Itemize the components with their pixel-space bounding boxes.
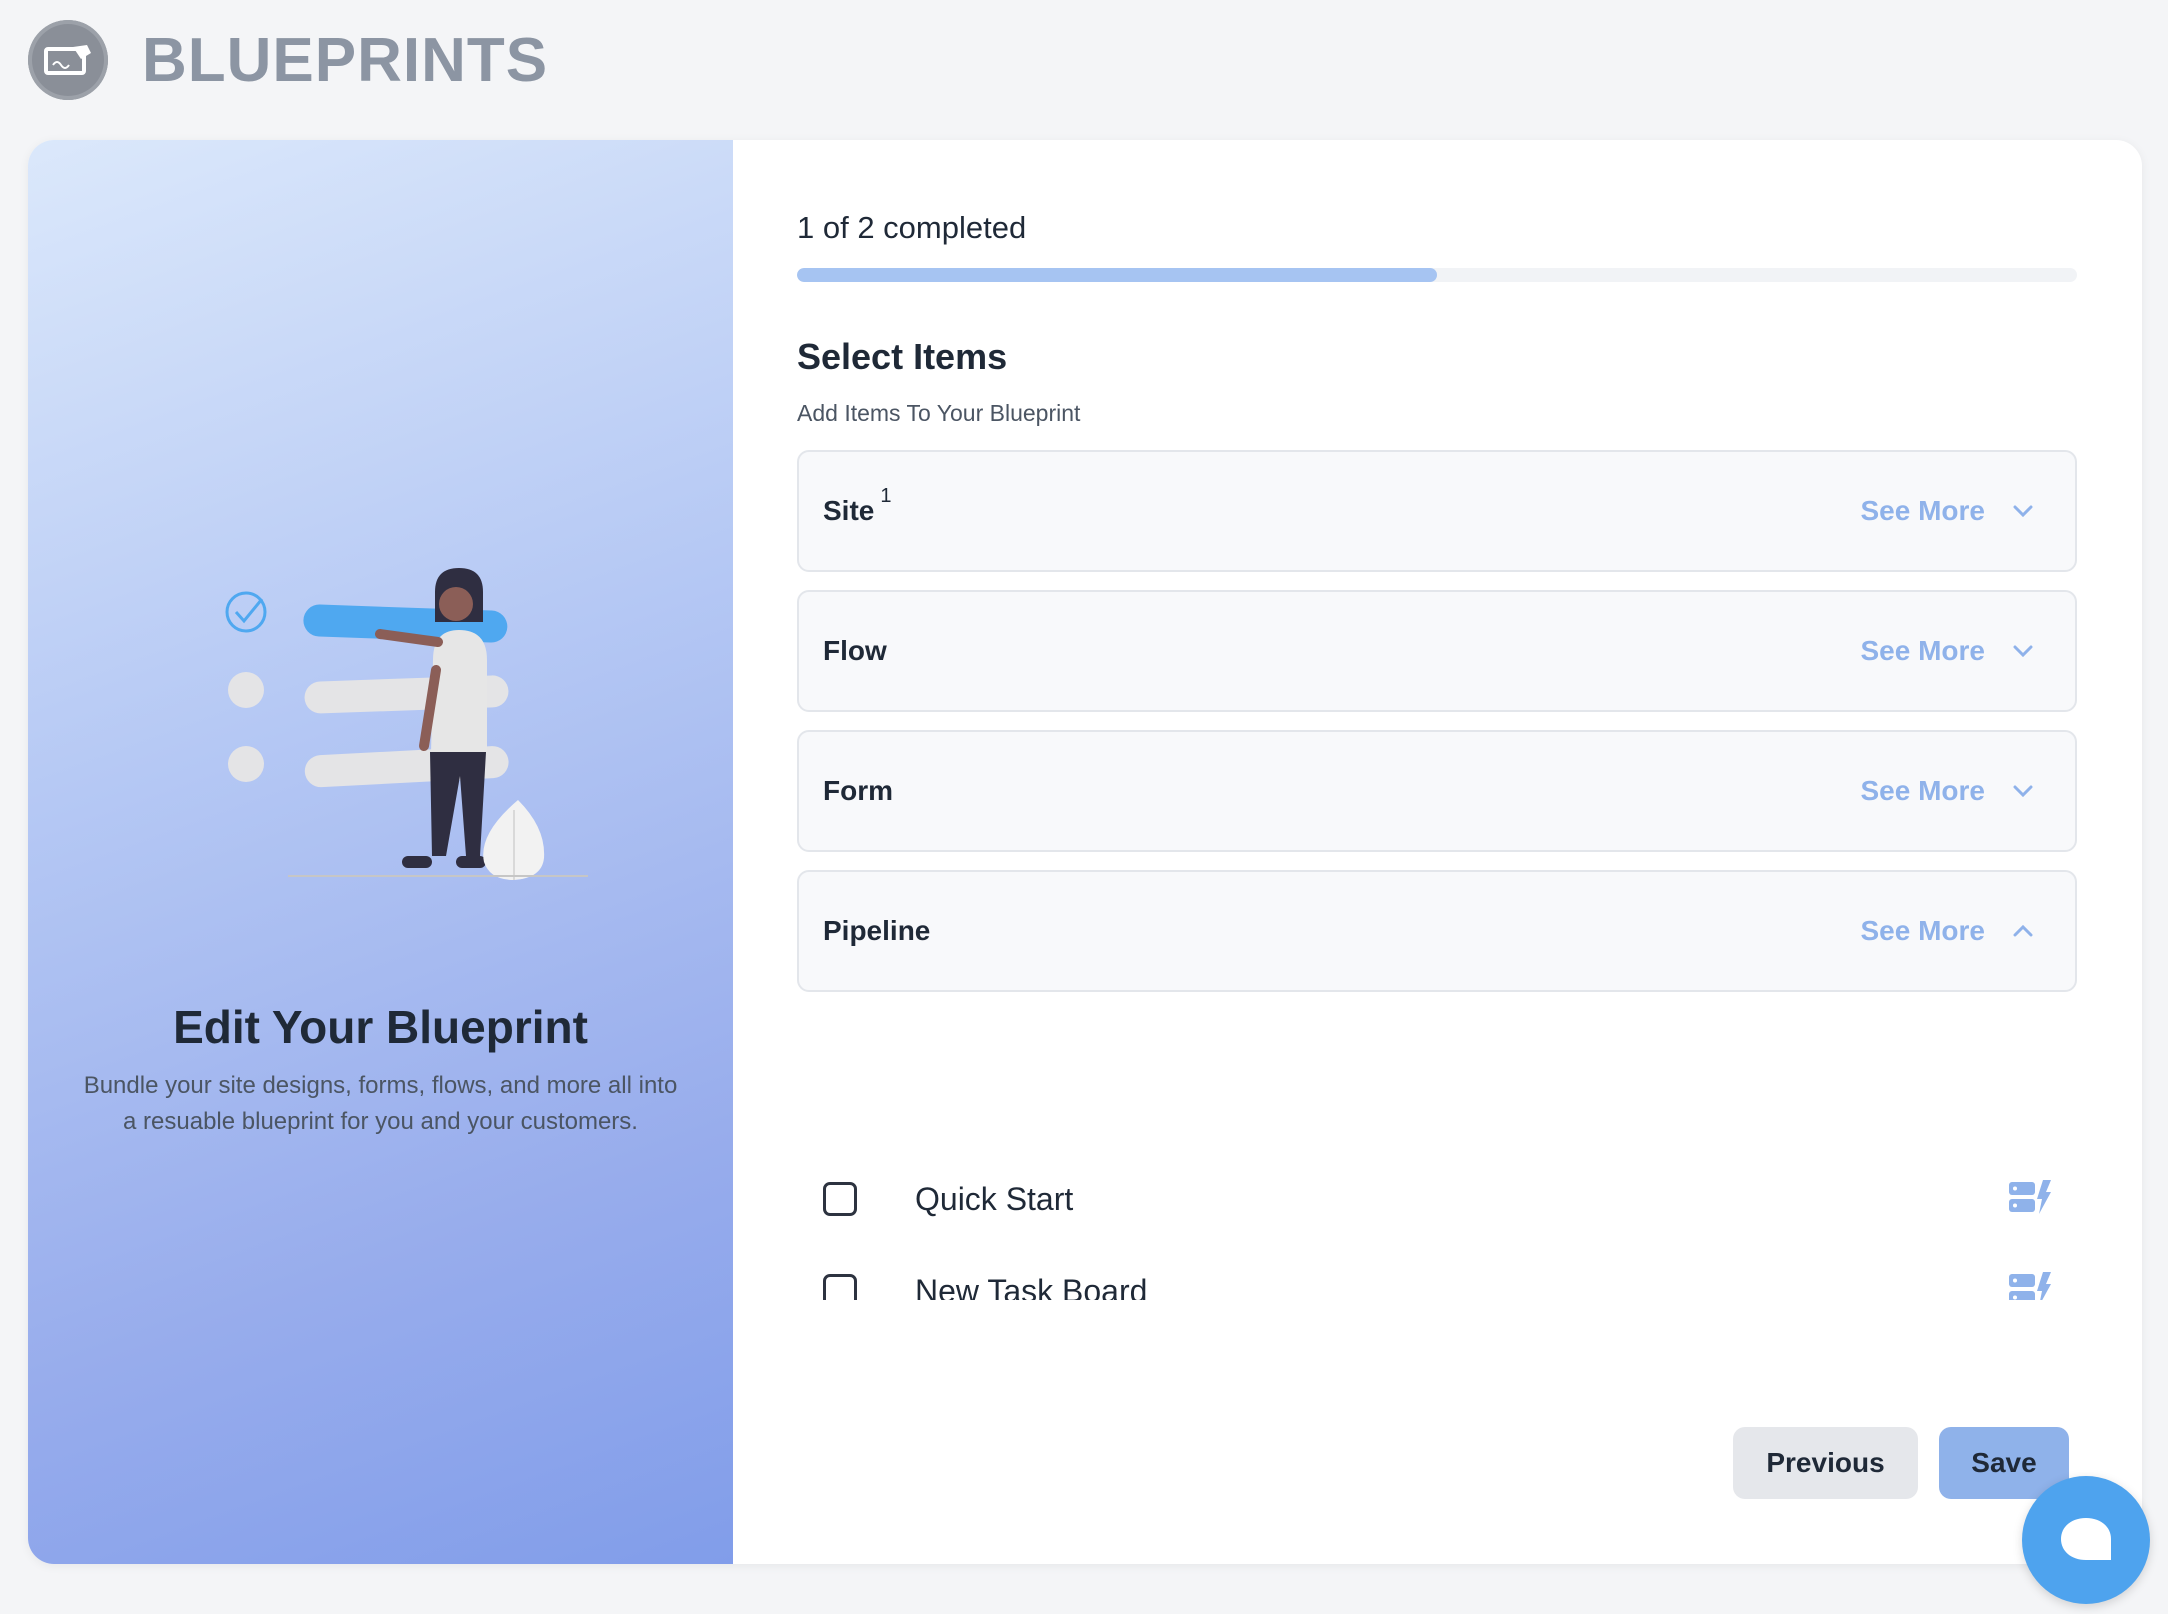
blueprint-card: Edit Your Blueprint Bundle your site des… bbox=[28, 140, 2142, 1564]
chat-icon bbox=[2061, 1518, 2111, 1560]
accordion-badge: 1 bbox=[880, 485, 892, 507]
accordion-label: Pipeline bbox=[823, 915, 931, 946]
list-item[interactable]: Quick Start bbox=[797, 1154, 2077, 1244]
item-checkbox[interactable] bbox=[823, 1182, 857, 1216]
previous-button[interactable]: Previous bbox=[1733, 1427, 1918, 1499]
accordion-flow[interactable]: Flow See More bbox=[797, 590, 2077, 712]
pipeline-icon bbox=[2009, 1179, 2051, 1219]
chevron-down-icon[interactable] bbox=[2009, 497, 2037, 525]
chevron-up-icon[interactable] bbox=[2009, 917, 2037, 945]
info-panel: Edit Your Blueprint Bundle your site des… bbox=[28, 140, 733, 1564]
panel-description: Bundle your site designs, forms, flows, … bbox=[83, 1072, 678, 1135]
item-checkbox[interactable] bbox=[823, 1274, 857, 1300]
blueprint-logo-icon bbox=[28, 20, 108, 100]
see-more-link[interactable]: See More bbox=[1861, 635, 1986, 667]
app-title: BLUEPRINTS bbox=[142, 25, 549, 95]
accordion-pipeline[interactable]: Pipeline See More bbox=[797, 870, 2077, 992]
chevron-down-icon[interactable] bbox=[2009, 777, 2037, 805]
accordion-label: Form bbox=[823, 775, 893, 806]
item-label: Quick Start bbox=[915, 1180, 1074, 1217]
panel-title: Edit Your Blueprint bbox=[173, 1001, 588, 1053]
see-more-link[interactable]: See More bbox=[1861, 495, 1986, 527]
accordion-label: Site 1 bbox=[823, 485, 892, 526]
person-checklist-illustration bbox=[225, 568, 588, 880]
pipeline-items-list[interactable]: Quick Start New Task Board bbox=[797, 1140, 2077, 1300]
item-label: New Task Board bbox=[915, 1272, 1148, 1301]
see-more-link[interactable]: See More bbox=[1861, 775, 1986, 807]
section-title: Select Items bbox=[797, 336, 1008, 377]
accordion-site[interactable]: Site 1 See More bbox=[797, 450, 2077, 572]
accordion-form[interactable]: Form See More bbox=[797, 730, 2077, 852]
accordion-label: Flow bbox=[823, 635, 887, 666]
chevron-down-icon[interactable] bbox=[2009, 637, 2037, 665]
chat-widget-button[interactable] bbox=[2022, 1476, 2150, 1604]
progress-bar bbox=[797, 268, 2077, 282]
progress-text: 1 of 2 completed bbox=[797, 210, 1027, 245]
section-subtitle: Add Items To Your Blueprint bbox=[797, 400, 1081, 426]
progress-fill bbox=[797, 268, 1437, 282]
pipeline-icon bbox=[2009, 1271, 2051, 1300]
list-item[interactable]: New Task Board bbox=[797, 1246, 2077, 1300]
see-more-link[interactable]: See More bbox=[1861, 915, 1986, 947]
wizard-panel: 1 of 2 completed Select Items Add Items … bbox=[733, 140, 2142, 1564]
app-header: BLUEPRINTS bbox=[28, 20, 548, 100]
